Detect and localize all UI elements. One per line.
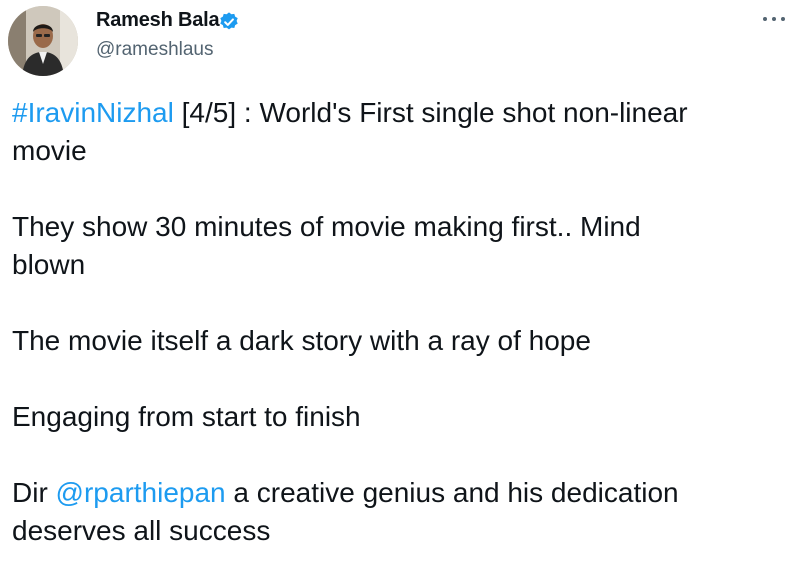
tweet-paragraph: The movie itself a dark story with a ray… [12,322,792,360]
tweet-line: Dir @rparthiepan a creative genius and h… [12,474,792,512]
tweet-line: Engaging from start to finish [12,401,361,432]
tweet-paragraph: Engaging from start to finish [12,398,792,436]
tweet-text-span: Dir [12,477,56,508]
author-avatar[interactable] [8,6,78,76]
tweet-paragraph: Dir @rparthiepan a creative genius and h… [12,474,792,550]
hashtag-link[interactable]: #IravinNizhal [12,97,174,128]
tweet-line: The movie itself a dark story with a ray… [12,325,591,356]
tweet-paragraph: #IravinNizhal [4/5] : World's First sing… [12,94,792,170]
tweet-line: #IravinNizhal [4/5] : World's First sing… [12,94,792,132]
tweet-text-span: a creative genius and his dedication [225,477,679,508]
tweet-line: They show 30 minutes of movie making fir… [12,211,641,242]
mention-link[interactable]: @rparthiepan [56,477,226,508]
tweet-line: deserves all success [12,515,271,546]
tweet-paragraph: They show 30 minutes of movie making fir… [12,208,792,284]
author-handle[interactable]: @rameshlaus [96,39,214,61]
tweet-card: Ramesh Bala @rameshlaus #IravinNizhal [4… [0,0,800,563]
profile-photo-icon [8,6,78,76]
tweet-line: movie [12,135,87,166]
tweet-line: blown [12,249,86,280]
tweet-text-span: [4/5] : World's First single shot non-li… [173,97,688,128]
tweet-text: #IravinNizhal [4/5] : World's First sing… [12,94,792,550]
verified-badge-icon [220,12,238,30]
author-name[interactable]: Ramesh Bala [96,9,220,32]
more-options-icon[interactable] [760,14,788,24]
